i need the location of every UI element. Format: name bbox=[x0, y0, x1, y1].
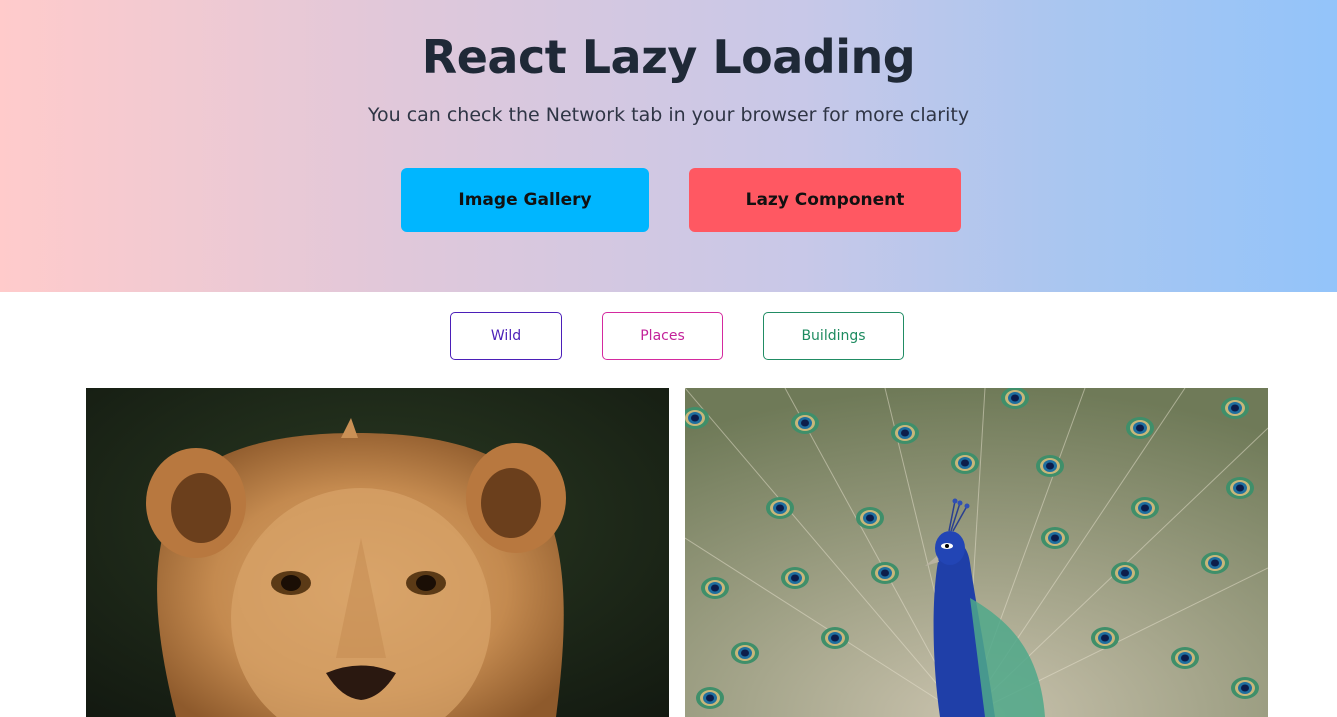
filter-buildings-button[interactable]: Buildings bbox=[763, 312, 904, 360]
filter-wild-button[interactable]: Wild bbox=[450, 312, 562, 360]
hero-header: React Lazy Loading You can check the Net… bbox=[0, 0, 1337, 292]
lazy-component-button[interactable]: Lazy Component bbox=[689, 168, 961, 232]
page-subtitle: You can check the Network tab in your br… bbox=[367, 104, 970, 126]
peacock-photo bbox=[685, 388, 1268, 717]
page-title: React Lazy Loading bbox=[421, 30, 916, 84]
filter-places-button[interactable]: Places bbox=[602, 312, 723, 360]
lion-photo bbox=[86, 388, 669, 717]
image-gallery-button[interactable]: Image Gallery bbox=[401, 168, 649, 232]
